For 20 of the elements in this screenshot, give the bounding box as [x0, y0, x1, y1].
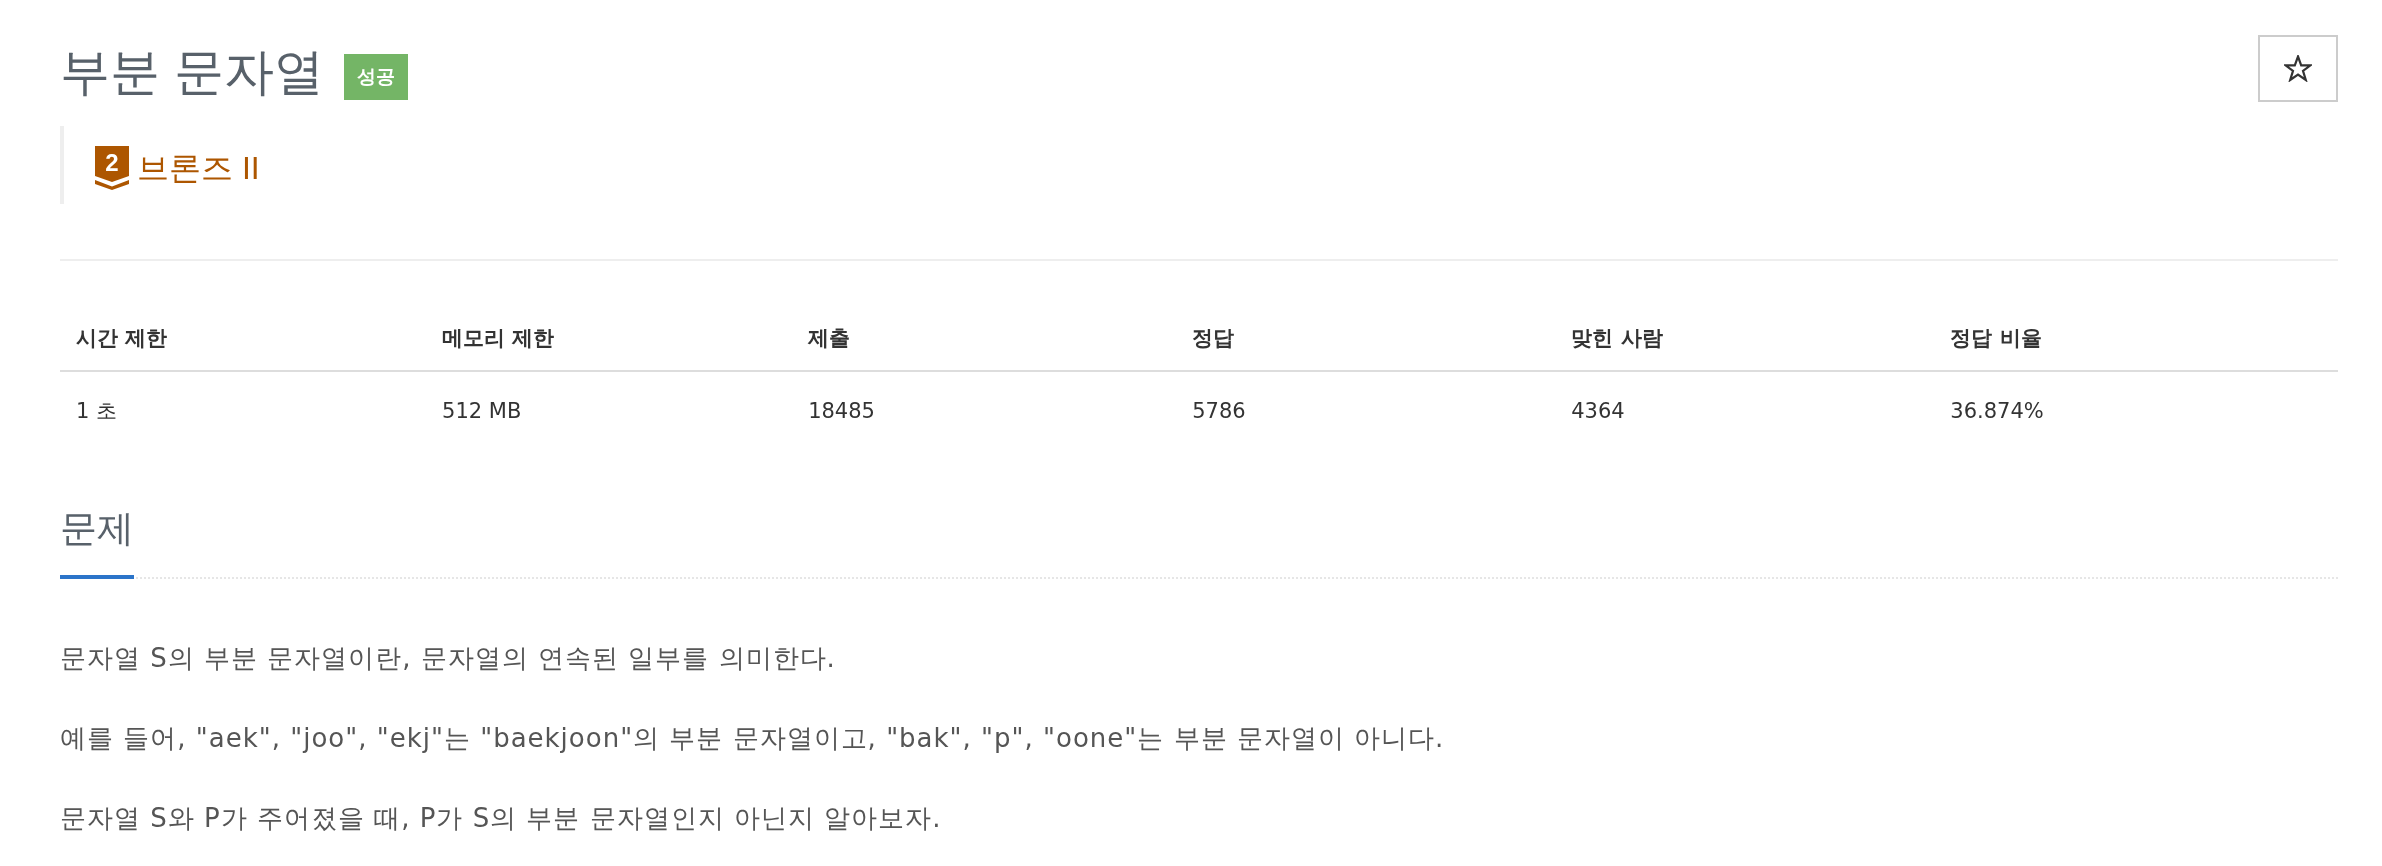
problem-title: 부분 문자열 — [60, 43, 324, 102]
table-cell: 4364 — [1555, 371, 1935, 443]
problem-paragraph: 문자열 S의 부분 문자열이란, 문자열의 연속된 일부를 의미한다. — [60, 642, 837, 675]
favorite-button[interactable] — [2258, 35, 2338, 102]
tier-name[interactable]: 브론즈 II — [137, 148, 260, 188]
problem-paragraph: 문자열 S와 P가 주어졌을 때, P가 S의 부분 문자열인지 아닌지 알아보자. — [60, 802, 943, 835]
table-cell: 36.874% — [1934, 371, 2338, 443]
table-cell: 5786 — [1176, 371, 1556, 443]
section-title: 문제 — [60, 503, 134, 579]
table-cell: 1 초 — [60, 371, 427, 443]
column-header: 메모리 제한 — [426, 307, 793, 371]
result-badge: 성공 — [343, 54, 408, 100]
column-header: 시간 제한 — [60, 307, 427, 371]
column-header: 정답 비율 — [1934, 307, 2338, 371]
column-header: 맞힌 사람 — [1555, 307, 1935, 371]
table-cell: 512 MB — [426, 371, 793, 443]
column-header: 제출 — [792, 307, 1177, 371]
problem-paragraph: 예를 들어, "aek", "joo", "ekj"는 "baekjoon"의 부분 문자열이고, "bak", "p", "oone"는 부분 문자열이 아니다. — [60, 722, 1446, 755]
column-header: 정답 — [1176, 307, 1556, 371]
table-cell: 18485 — [792, 371, 1177, 443]
